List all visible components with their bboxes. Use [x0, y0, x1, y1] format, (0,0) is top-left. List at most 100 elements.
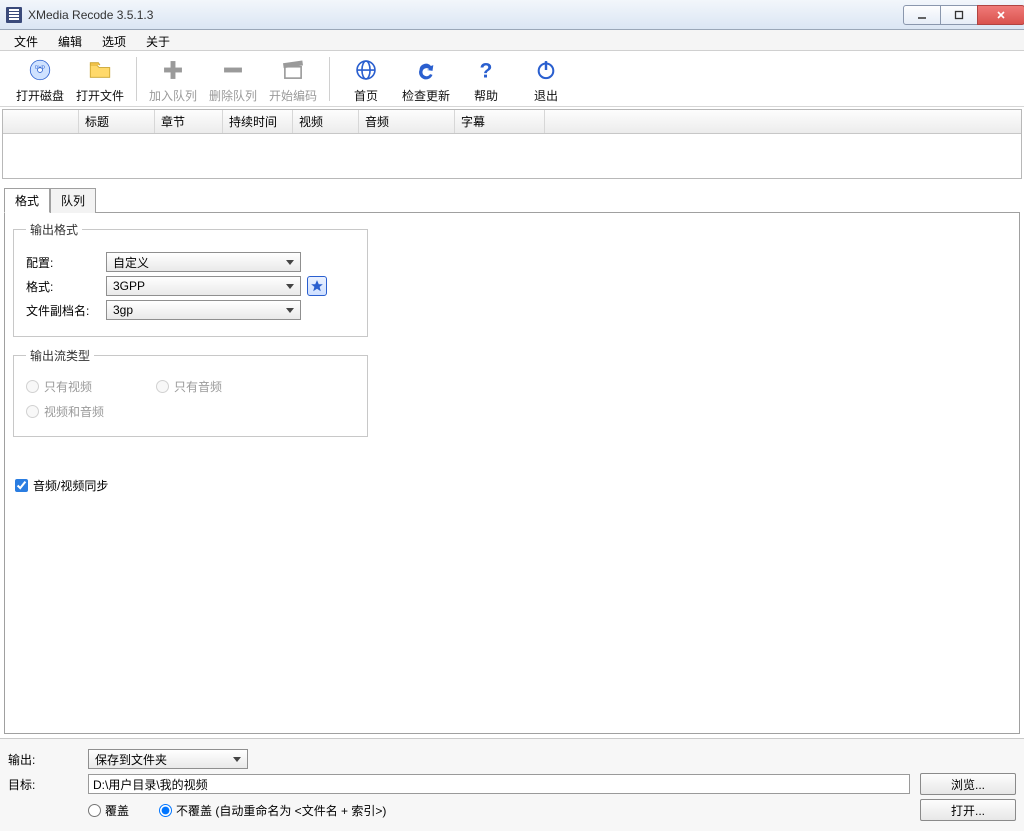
toolbar-label: 打开磁盘: [10, 87, 70, 104]
grid-header-chapter[interactable]: 章节: [155, 110, 223, 133]
open-button[interactable]: 打开...: [920, 799, 1016, 821]
window-controls: [903, 5, 1024, 25]
radio-label: 视频和音频: [44, 403, 104, 420]
grid-header-subtitle[interactable]: 字幕: [455, 110, 545, 133]
toolbar-label: 首页: [336, 87, 396, 104]
clapper-icon: [263, 55, 323, 85]
av-sync-checkbox[interactable]: [15, 479, 28, 492]
check-update-button[interactable]: 检查更新: [396, 53, 456, 104]
open-disc-button[interactable]: DVD 打开磁盘: [10, 53, 70, 104]
dropdown-value: 3gp: [113, 303, 133, 317]
plus-icon: [143, 55, 203, 85]
help-button[interactable]: ? 帮助: [456, 53, 516, 104]
radio-video-audio[interactable]: 视频和音频: [26, 403, 156, 420]
group-legend: 输出流类型: [26, 347, 94, 364]
target-label: 目标:: [8, 776, 88, 793]
av-sync-row: 音频/视频同步: [15, 477, 1011, 494]
radio-input[interactable]: [88, 804, 101, 817]
profile-label: 配置:: [26, 254, 106, 271]
radio-input[interactable]: [26, 405, 39, 418]
radio-video-only[interactable]: 只有视频: [26, 378, 156, 395]
browse-button[interactable]: 浏览...: [920, 773, 1016, 795]
app-icon: [6, 7, 22, 23]
titlebar: XMedia Recode 3.5.1.3: [0, 0, 1024, 30]
maximize-button[interactable]: [940, 5, 978, 25]
output-mode-dropdown[interactable]: 保存到文件夹: [88, 749, 248, 769]
close-button[interactable]: [977, 5, 1024, 25]
exit-button[interactable]: 退出: [516, 53, 576, 104]
add-queue-button[interactable]: 加入队列: [143, 53, 203, 104]
star-icon: [310, 279, 324, 293]
open-file-button[interactable]: 打开文件: [70, 53, 130, 104]
menu-about[interactable]: 关于: [136, 30, 180, 50]
ext-label: 文件副档名:: [26, 302, 106, 319]
refresh-icon: [396, 55, 456, 85]
toolbar: DVD 打开磁盘 打开文件 加入队列 删除队列 开始编码 首页 检查更新 ? 帮…: [0, 51, 1024, 107]
radio-input[interactable]: [159, 804, 172, 817]
dropdown-value: 自定义: [113, 254, 149, 271]
dropdown-value: 3GPP: [113, 279, 145, 293]
tab-queue[interactable]: 队列: [50, 188, 96, 213]
grid-header-blank[interactable]: [545, 110, 1021, 133]
menu-edit[interactable]: 编辑: [48, 30, 92, 50]
minimize-button[interactable]: [903, 5, 941, 25]
radio-label: 只有音频: [174, 378, 222, 395]
question-icon: ?: [456, 55, 516, 85]
toolbar-label: 退出: [516, 87, 576, 104]
output-label: 输出:: [8, 751, 88, 768]
toolbar-label: 打开文件: [70, 87, 130, 104]
start-encode-button[interactable]: 开始编码: [263, 53, 323, 104]
target-path-input[interactable]: [88, 774, 910, 794]
toolbar-label: 检查更新: [396, 87, 456, 104]
tab-panel-format: 输出格式 配置: 自定义 格式: 3GPP 文件副档名: 3gp 输出流类型 只…: [4, 212, 1020, 734]
toolbar-label: 帮助: [456, 87, 516, 104]
remove-queue-button[interactable]: 删除队列: [203, 53, 263, 104]
disc-icon: DVD: [10, 55, 70, 85]
grid-header-duration[interactable]: 持续时间: [223, 110, 293, 133]
power-icon: [516, 55, 576, 85]
folder-open-icon: [70, 55, 130, 85]
minus-icon: [203, 55, 263, 85]
media-grid: 标题 章节 持续时间 视频 音频 字幕: [2, 109, 1022, 179]
grid-header-title[interactable]: 标题: [79, 110, 155, 133]
group-legend: 输出格式: [26, 221, 82, 238]
grid-header-blank[interactable]: [3, 110, 79, 133]
grid-header-audio[interactable]: 音频: [359, 110, 455, 133]
format-label: 格式:: [26, 278, 106, 295]
group-stream-type: 输出流类型 只有视频 只有音频 视频和音频: [13, 347, 368, 437]
grid-header: 标题 章节 持续时间 视频 音频 字幕: [3, 110, 1021, 134]
toolbar-label: 开始编码: [263, 87, 323, 104]
radio-label: 覆盖: [105, 802, 129, 819]
output-section: 输出: 保存到文件夹 目标: 浏览... 覆盖 不覆盖 (自动重命名为 <文件名…: [0, 738, 1024, 831]
radio-label: 只有视频: [44, 378, 92, 395]
dropdown-value: 保存到文件夹: [95, 751, 167, 768]
toolbar-label: 删除队列: [203, 87, 263, 104]
profile-dropdown[interactable]: 自定义: [106, 252, 301, 272]
globe-icon: [336, 55, 396, 85]
format-dropdown[interactable]: 3GPP: [106, 276, 301, 296]
menu-options[interactable]: 选项: [92, 30, 136, 50]
grid-header-video[interactable]: 视频: [293, 110, 359, 133]
toolbar-separator: [136, 57, 137, 101]
radio-input[interactable]: [26, 380, 39, 393]
toolbar-label: 加入队列: [143, 87, 203, 104]
ext-dropdown[interactable]: 3gp: [106, 300, 301, 320]
radio-no-overwrite[interactable]: 不覆盖 (自动重命名为 <文件名 + 索引>): [159, 802, 386, 819]
radio-audio-only[interactable]: 只有音频: [156, 378, 286, 395]
toolbar-separator: [329, 57, 330, 101]
tabstrip: 格式 队列: [4, 187, 1024, 212]
tab-format[interactable]: 格式: [4, 188, 50, 213]
favorite-button[interactable]: [307, 276, 327, 296]
home-button[interactable]: 首页: [336, 53, 396, 104]
svg-text:?: ?: [480, 59, 493, 82]
radio-label: 不覆盖 (自动重命名为 <文件名 + 索引>): [176, 802, 386, 819]
radio-overwrite[interactable]: 覆盖: [88, 802, 129, 819]
svg-text:DVD: DVD: [35, 64, 46, 70]
group-output-format: 输出格式 配置: 自定义 格式: 3GPP 文件副档名: 3gp: [13, 221, 368, 337]
menubar: 文件 编辑 选项 关于: [0, 30, 1024, 51]
radio-input[interactable]: [156, 380, 169, 393]
window-title: XMedia Recode 3.5.1.3: [28, 8, 153, 22]
menu-file[interactable]: 文件: [4, 30, 48, 50]
grid-body-empty[interactable]: [3, 134, 1021, 178]
av-sync-label: 音频/视频同步: [33, 477, 108, 494]
